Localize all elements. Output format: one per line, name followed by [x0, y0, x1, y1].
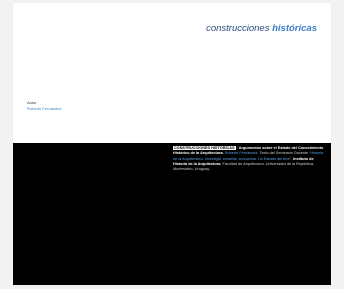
cover-title-prefix: construcciones [206, 23, 273, 34]
author-name: Roberto Fernández [27, 106, 62, 111]
credit-block: CONSTRUCCIONES HISTÓRICAS / Argumentos s… [173, 146, 325, 172]
credit-intro: Texto del Seminario Docente [258, 151, 310, 156]
cover-title-emphasis: históricas [272, 23, 317, 34]
credit-author: Roberto Fernández. [224, 151, 259, 156]
cover-page: construcciones históricas Autor Roberto … [13, 3, 331, 285]
dark-panel: CONSTRUCCIONES HISTÓRICAS / Argumentos s… [13, 143, 331, 285]
author-block: Autor Roberto Fernández [27, 100, 61, 112]
cover-title: construcciones históricas [206, 23, 317, 34]
series-title: CONSTRUCCIONES HISTÓRICAS [173, 146, 236, 150]
